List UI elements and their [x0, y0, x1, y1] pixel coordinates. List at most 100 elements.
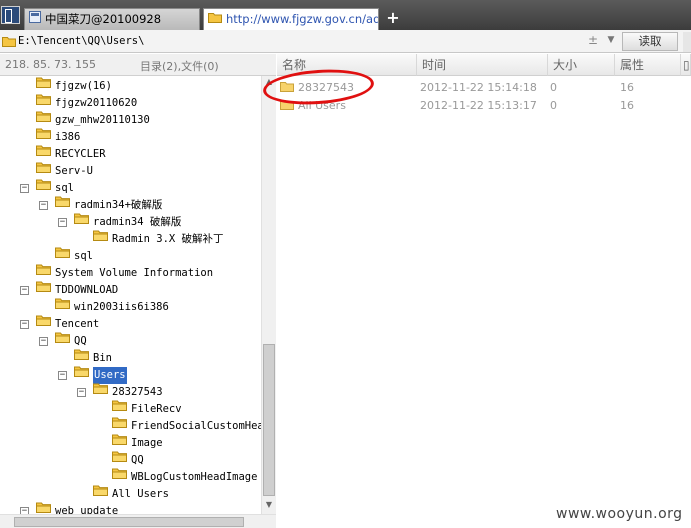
tree-item-label: win2003iis6i386 — [74, 301, 169, 313]
tree-item[interactable]: Radmin 3.X 破解补丁 — [93, 229, 224, 248]
file-time: 2012-11-22 15:13:17 — [420, 99, 537, 112]
collapse-toggle-icon[interactable]: − — [20, 184, 29, 193]
directory-tree-pane: 218. 85. 73. 155 目录(2),文件(0) fjgzw(16) fj… — [0, 54, 276, 528]
toolbar-edge — [683, 32, 691, 52]
folder-icon — [36, 178, 51, 196]
tree-item[interactable]: − TDDOWNLOAD — [20, 280, 118, 299]
tree-item[interactable]: win2003iis6i386 — [55, 297, 169, 316]
tree-item-label: WBLogCustomHeadImage — [131, 471, 258, 483]
collapse-toggle-icon[interactable]: − — [58, 218, 67, 227]
file-time: 2012-11-22 15:14:18 — [420, 81, 537, 94]
tab-shell-manager[interactable]: 中国菜刀@20100928 — [24, 8, 200, 30]
tree-item[interactable]: All Users — [93, 484, 169, 503]
folder-icon — [2, 35, 16, 50]
tree-item[interactable]: FriendSocialCustomHead — [112, 416, 261, 435]
tree-item-label: Bin — [93, 352, 112, 364]
chevron-down-icon[interactable]: ▼ — [604, 35, 618, 48]
folder-icon — [36, 76, 51, 94]
tree-item-label: Image — [131, 437, 163, 449]
folder-icon — [55, 195, 70, 213]
folder-icon — [36, 314, 51, 332]
file-size: 0 — [550, 99, 557, 112]
column-header-attr[interactable]: 属性 — [615, 54, 681, 76]
folder-icon — [112, 433, 127, 451]
window-layout-icon[interactable] — [1, 6, 20, 24]
folder-icon — [36, 110, 51, 128]
tab-file-manager[interactable]: http://www.fjgzw.gov.cn/ad... — [203, 8, 379, 30]
tree-item-label: web_update — [55, 505, 119, 514]
tree-item-label: FriendSocialCustomHead — [131, 420, 261, 432]
tree-item-label: sql — [74, 250, 93, 262]
tree-item[interactable]: System Volume Information — [36, 263, 214, 282]
collapse-toggle-icon[interactable]: − — [39, 337, 48, 346]
folder-icon — [93, 484, 108, 502]
watermark: www.wooyun.org — [556, 506, 683, 522]
tree-item[interactable]: sql — [55, 246, 93, 265]
column-header-extra: ▯ — [681, 54, 691, 76]
tree-item[interactable]: fjgzw20110620 — [36, 93, 138, 112]
tree-item-label: All Users — [112, 488, 169, 500]
folder-icon — [36, 127, 51, 145]
tab-bar: 中国菜刀@20100928 http://www.fjgzw.gov.cn/ad… — [0, 0, 691, 30]
file-size: 0 — [550, 81, 557, 94]
scroll-thumb[interactable] — [263, 344, 275, 496]
new-tab-button[interactable]: + — [384, 9, 402, 27]
tab-label: http://www.fjgzw.gov.cn/ad... — [226, 12, 379, 26]
column-header-size[interactable]: 大小 — [548, 54, 615, 76]
folder-icon — [36, 501, 51, 515]
folder-icon — [36, 280, 51, 298]
tree-item-label: QQ — [131, 454, 144, 466]
tree-item[interactable]: − radmin34 破解版 — [58, 213, 181, 231]
tree-item[interactable]: − radmin34+破解版 — [39, 195, 162, 214]
tree-item-label: Radmin 3.X 破解补丁 — [112, 233, 224, 245]
tree-item[interactable]: − web_update — [20, 501, 119, 515]
address-bar: E:\Tencent\QQ\Users\ ± ▼ 读取 — [0, 30, 691, 53]
folder-icon — [112, 399, 127, 417]
item-counts: 目录(2),文件(0) — [140, 60, 219, 73]
server-ip: 218. 85. 73. 155 — [5, 58, 96, 71]
tree-item[interactable]: gzw_mhw20110130 — [36, 110, 150, 129]
collapse-toggle-icon[interactable]: − — [77, 388, 86, 397]
folder-icon — [74, 365, 89, 383]
folder-icon — [93, 382, 108, 400]
read-button[interactable]: 读取 — [622, 32, 678, 51]
collapse-toggle-icon[interactable]: − — [20, 286, 29, 295]
file-attr: 16 — [620, 99, 634, 112]
tree-item-label: fjgzw20110620 — [55, 97, 138, 109]
folder-icon — [112, 416, 127, 434]
folder-icon — [112, 467, 127, 485]
collapse-toggle-icon[interactable]: − — [39, 201, 48, 210]
file-attr: 16 — [620, 81, 634, 94]
file-list-pane: 名称 时间 大小 属性 ▯ 28327543 2012-11-22 15:14:… — [277, 54, 691, 528]
tree-item-label: i386 — [55, 131, 81, 143]
tree-item-label: System Volume Information — [55, 267, 214, 279]
tree-item-label: Serv-U — [55, 165, 93, 177]
tree-vertical-scrollbar[interactable]: ▲ ▼ — [261, 76, 276, 514]
folder-icon — [55, 331, 70, 349]
folder-icon — [93, 229, 108, 247]
tab-label: 中国菜刀@20100928 — [45, 12, 162, 26]
folder-icon — [112, 450, 127, 468]
tree-item-label: FileRecv — [131, 403, 182, 415]
plusminus-icon[interactable]: ± — [588, 33, 598, 47]
collapse-toggle-icon[interactable]: − — [20, 507, 29, 514]
directory-tree: fjgzw(16) fjgzw20110620 gzw_mhw20110130 i38… — [0, 76, 261, 514]
scroll-down-icon[interactable]: ▼ — [263, 500, 275, 512]
tree-item[interactable]: WBLogCustomHeadImage — [112, 467, 258, 486]
folder-icon — [36, 144, 51, 162]
folder-icon — [55, 297, 70, 315]
tree-item-label: fjgzw(16) — [55, 80, 112, 92]
folder-icon — [74, 348, 89, 366]
folder-icon — [55, 246, 70, 264]
scroll-thumb[interactable] — [14, 517, 244, 527]
tree-horizontal-scrollbar[interactable] — [0, 514, 276, 528]
column-header-time[interactable]: 时间 — [417, 54, 548, 76]
folder-icon — [36, 161, 51, 179]
page-icon — [29, 9, 41, 29]
collapse-toggle-icon[interactable]: − — [20, 320, 29, 329]
tree-item[interactable]: −28327543 — [77, 382, 163, 401]
folder-icon — [36, 263, 51, 281]
path-input[interactable]: E:\Tencent\QQ\Users\ — [18, 35, 144, 47]
collapse-toggle-icon[interactable]: − — [58, 371, 67, 380]
folder-icon — [36, 93, 51, 111]
